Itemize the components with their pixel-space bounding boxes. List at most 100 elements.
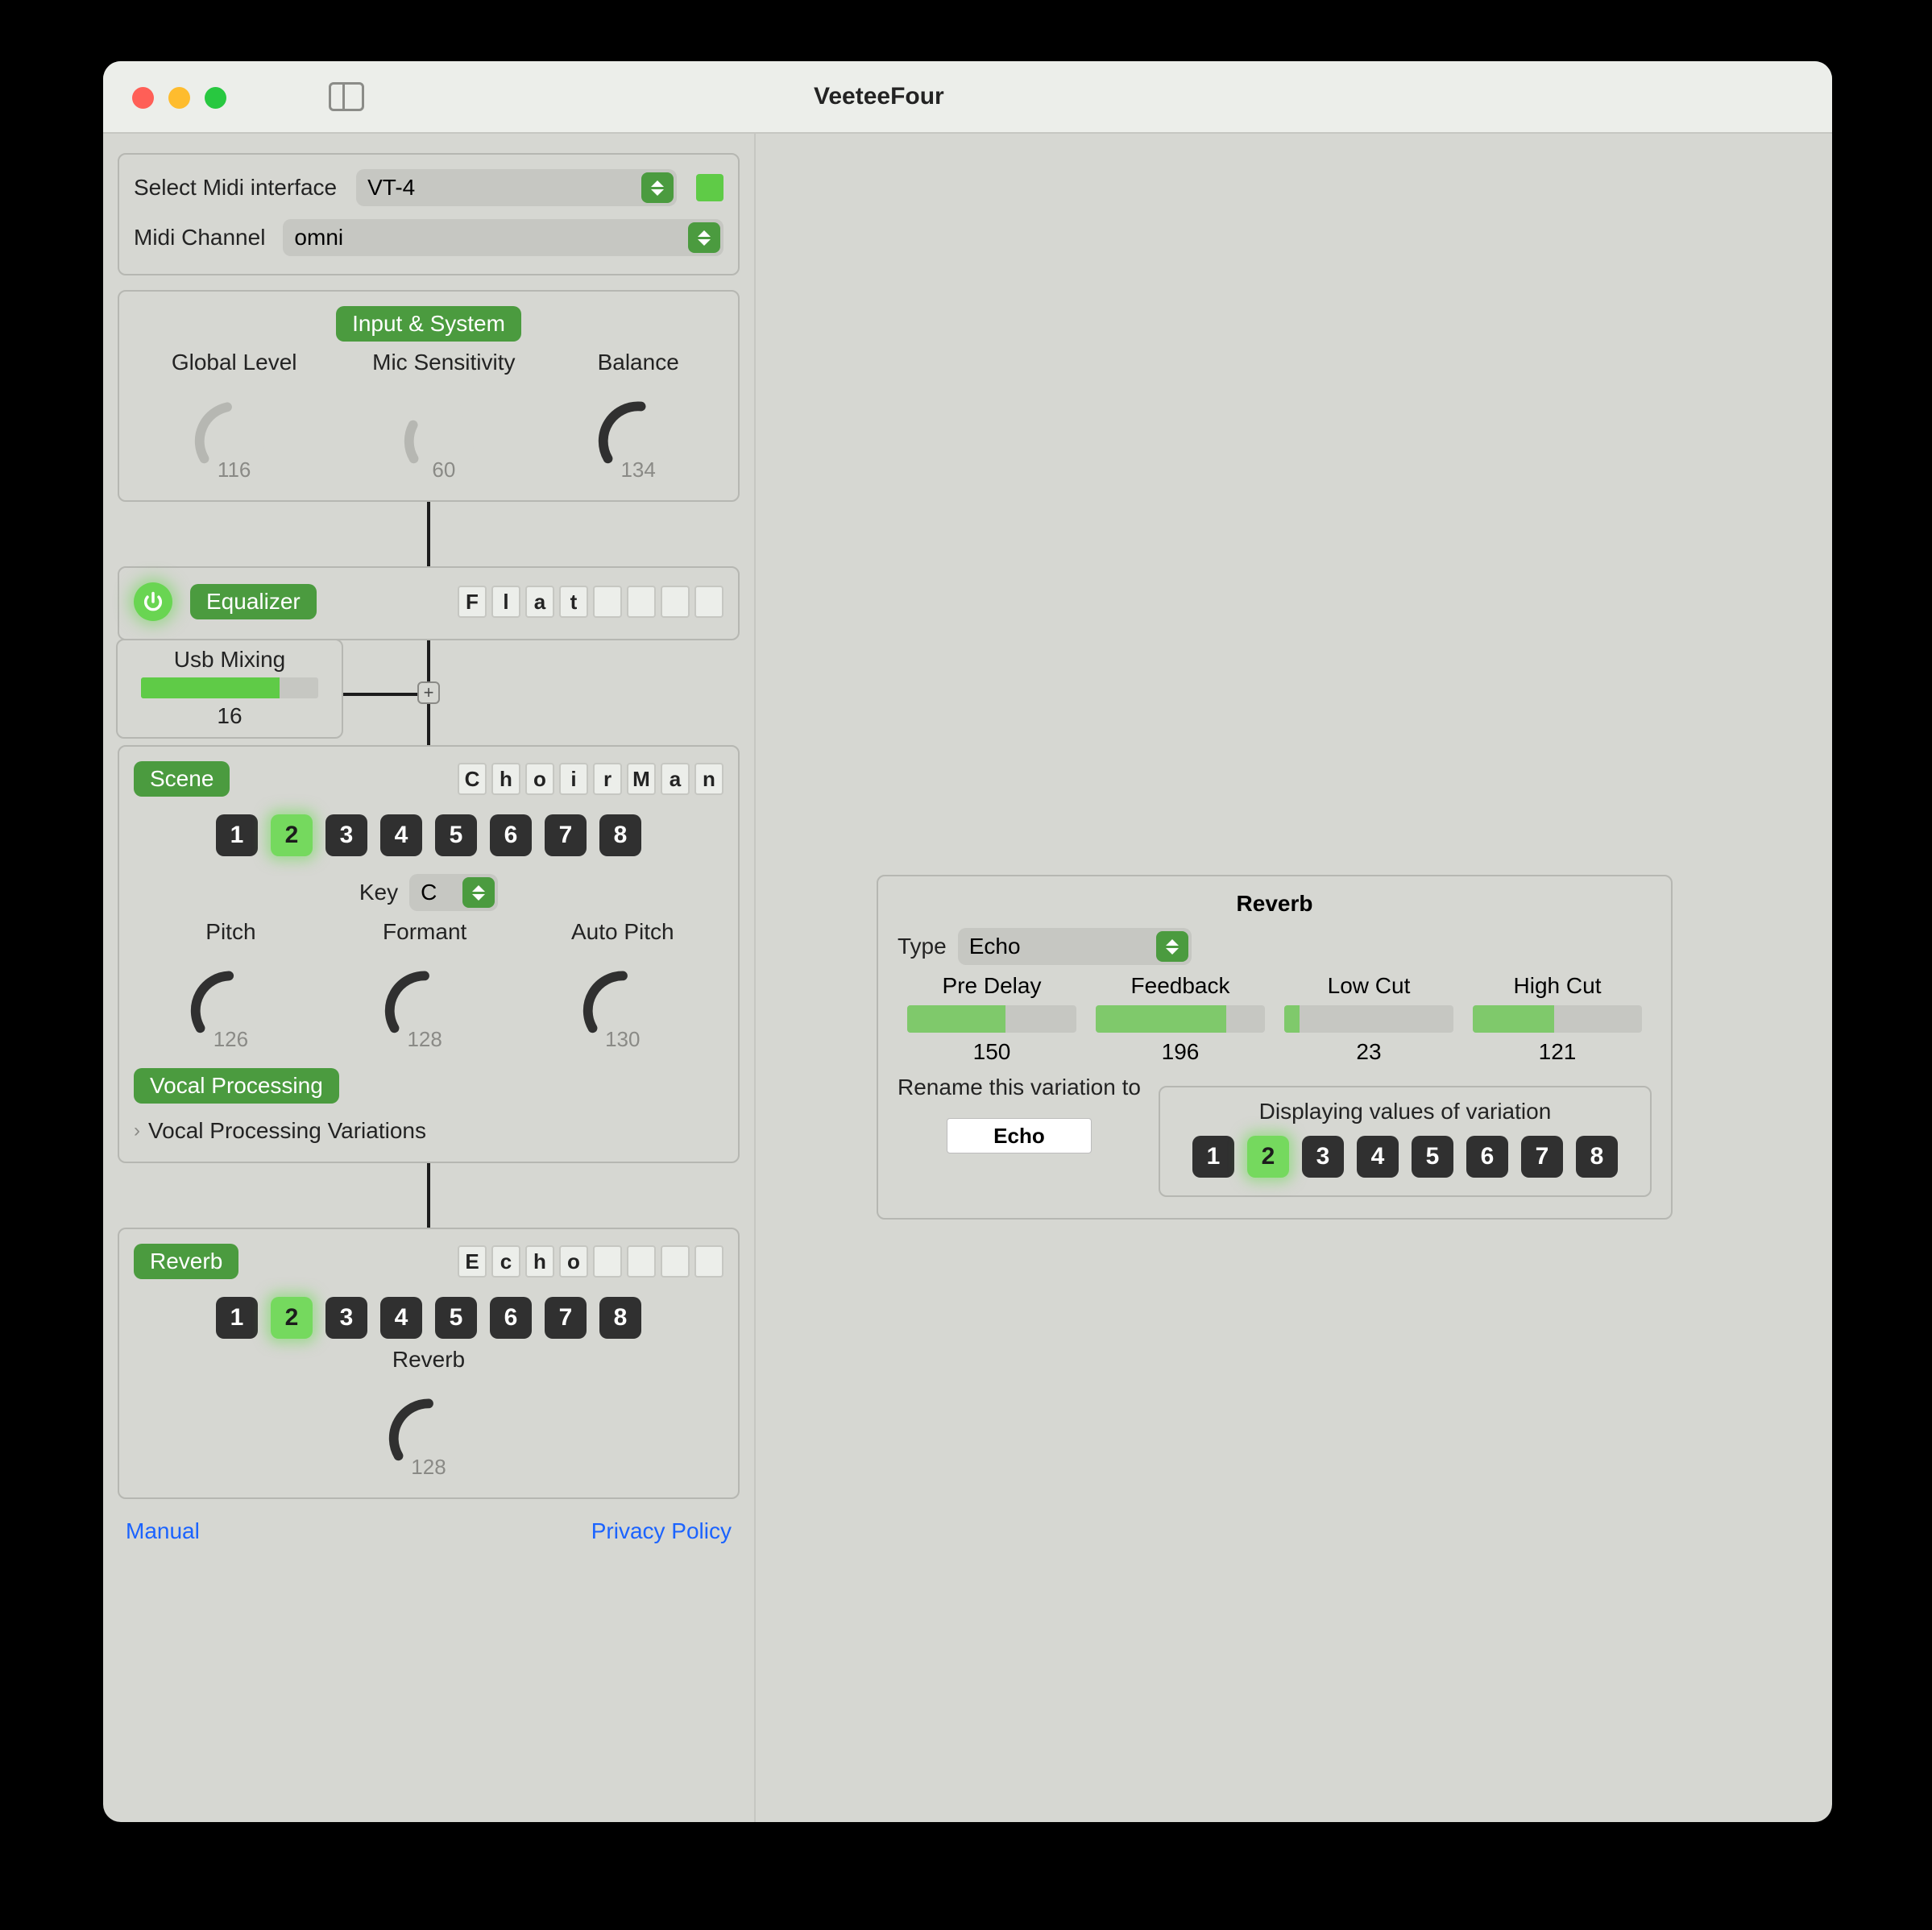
- letter-cell[interactable]: [627, 1245, 656, 1278]
- reverb-button-8[interactable]: 8: [599, 1297, 641, 1339]
- slider-pre-delay[interactable]: Pre Delay150: [903, 973, 1080, 1065]
- knob-reverb[interactable]: Reverb128: [381, 1347, 476, 1480]
- privacy-link[interactable]: Privacy Policy: [591, 1518, 732, 1544]
- letter-cell[interactable]: h: [525, 1245, 554, 1278]
- slider-low-cut[interactable]: Low Cut23: [1280, 973, 1457, 1065]
- variation-button-2[interactable]: 2: [1247, 1136, 1289, 1178]
- power-icon[interactable]: [134, 582, 172, 621]
- slider-label: Feedback: [1131, 973, 1230, 999]
- scene-button-1[interactable]: 1: [216, 814, 258, 856]
- reverb-button-4[interactable]: 4: [380, 1297, 422, 1339]
- letter-cell[interactable]: [661, 586, 690, 618]
- letter-cell[interactable]: [694, 1245, 723, 1278]
- equalizer-panel: Equalizer Flat: [118, 566, 740, 640]
- reverb-button-2[interactable]: 2: [271, 1297, 313, 1339]
- variation-button-7[interactable]: 7: [1521, 1136, 1563, 1178]
- equalizer-name-field[interactable]: Flat: [458, 586, 723, 618]
- letter-cell[interactable]: r: [593, 763, 622, 795]
- midi-interface-select[interactable]: VT-4: [356, 169, 677, 206]
- variation-button-1[interactable]: 1: [1192, 1136, 1234, 1178]
- midi-interface-label: Select Midi interface: [134, 175, 337, 201]
- vp-variations-disclosure[interactable]: › Vocal Processing Variations: [134, 1118, 723, 1144]
- knob-mic-sensitivity[interactable]: Mic Sensitivity60: [372, 350, 515, 482]
- reverb-panel: Reverb Echo 12345678 Reverb128: [118, 1228, 740, 1499]
- letter-cell[interactable]: M: [627, 763, 656, 795]
- letter-cell[interactable]: a: [661, 763, 690, 795]
- zoom-icon[interactable]: [205, 87, 226, 109]
- slider-feedback[interactable]: Feedback 196: [1092, 973, 1269, 1065]
- letter-cell[interactable]: F: [458, 586, 487, 618]
- slider-track[interactable]: [1473, 1005, 1642, 1033]
- chevron-right-icon: ›: [134, 1120, 140, 1142]
- knob-pitch[interactable]: Pitch126: [183, 919, 278, 1052]
- scene-button-3[interactable]: 3: [325, 814, 367, 856]
- key-select[interactable]: C: [409, 874, 498, 911]
- reverb-button-5[interactable]: 5: [435, 1297, 477, 1339]
- knob-label: Reverb: [392, 1347, 465, 1373]
- scene-panel: Scene ChoirMan 12345678 Key C Pitch126Fo…: [118, 745, 740, 1163]
- usb-mixing-slider[interactable]: [141, 677, 318, 698]
- variation-button-4[interactable]: 4: [1357, 1136, 1399, 1178]
- type-select[interactable]: Echo: [958, 928, 1192, 965]
- slider-track[interactable]: [1096, 1005, 1265, 1033]
- midi-channel-select[interactable]: omni: [283, 219, 723, 256]
- variation-button-5[interactable]: 5: [1412, 1136, 1453, 1178]
- connector-line: [427, 1163, 430, 1228]
- rename-input[interactable]: Echo: [947, 1118, 1092, 1153]
- letter-cell[interactable]: [694, 586, 723, 618]
- letter-cell[interactable]: t: [559, 586, 588, 618]
- letter-cell[interactable]: C: [458, 763, 487, 795]
- reverb-name-field[interactable]: Echo: [458, 1245, 723, 1278]
- knob-value: 134: [620, 458, 655, 482]
- letter-cell[interactable]: i: [559, 763, 588, 795]
- letter-cell[interactable]: [661, 1245, 690, 1278]
- reverb-button-3[interactable]: 3: [325, 1297, 367, 1339]
- close-icon[interactable]: [132, 87, 154, 109]
- knob-balance[interactable]: Balance134: [591, 350, 686, 482]
- letter-cell[interactable]: o: [525, 763, 554, 795]
- slider-label: High Cut: [1514, 973, 1602, 999]
- knob-label: Mic Sensitivity: [372, 350, 515, 375]
- slider-track[interactable]: [907, 1005, 1076, 1033]
- chevron-updown-icon: [641, 172, 674, 203]
- letter-cell[interactable]: [627, 586, 656, 618]
- sidebar: Select Midi interface VT-4 Midi Channel …: [103, 134, 756, 1822]
- scene-button-7[interactable]: 7: [545, 814, 587, 856]
- scene-button-5[interactable]: 5: [435, 814, 477, 856]
- letter-cell[interactable]: a: [525, 586, 554, 618]
- scene-button-2[interactable]: 2: [271, 814, 313, 856]
- letter-cell[interactable]: o: [559, 1245, 588, 1278]
- letter-cell[interactable]: [593, 586, 622, 618]
- letter-cell[interactable]: n: [694, 763, 723, 795]
- letter-cell[interactable]: E: [458, 1245, 487, 1278]
- reverb-button-7[interactable]: 7: [545, 1297, 587, 1339]
- scene-button-6[interactable]: 6: [490, 814, 532, 856]
- letter-cell[interactable]: l: [491, 586, 520, 618]
- reverb-button-1[interactable]: 1: [216, 1297, 258, 1339]
- key-label: Key: [359, 880, 398, 905]
- type-label: Type: [898, 934, 947, 959]
- midi-channel-label: Midi Channel: [134, 225, 265, 251]
- scene-name-field[interactable]: ChoirMan: [458, 763, 723, 795]
- slider-value: 196: [1162, 1039, 1200, 1065]
- letter-cell[interactable]: h: [491, 763, 520, 795]
- knob-auto-pitch[interactable]: Auto Pitch130: [571, 919, 674, 1052]
- sidebar-toggle-icon[interactable]: [329, 82, 364, 111]
- variation-button-8[interactable]: 8: [1576, 1136, 1618, 1178]
- detail-area: Reverb Type Echo Pre Delay150Feedback196…: [756, 134, 1832, 1822]
- minimize-icon[interactable]: [168, 87, 190, 109]
- slider-track[interactable]: [1284, 1005, 1453, 1033]
- knob-global-level[interactable]: Global Level116: [172, 350, 297, 482]
- letter-cell[interactable]: [593, 1245, 622, 1278]
- variation-button-6[interactable]: 6: [1466, 1136, 1508, 1178]
- manual-link[interactable]: Manual: [126, 1518, 200, 1544]
- reverb-button-6[interactable]: 6: [490, 1297, 532, 1339]
- add-node-icon[interactable]: +: [417, 681, 440, 704]
- scene-button-4[interactable]: 4: [380, 814, 422, 856]
- variation-button-3[interactable]: 3: [1302, 1136, 1344, 1178]
- knob-label: Pitch: [205, 919, 255, 945]
- knob-formant[interactable]: Formant128: [377, 919, 472, 1052]
- scene-button-8[interactable]: 8: [599, 814, 641, 856]
- letter-cell[interactable]: c: [491, 1245, 520, 1278]
- slider-high-cut[interactable]: High Cut121: [1469, 973, 1646, 1065]
